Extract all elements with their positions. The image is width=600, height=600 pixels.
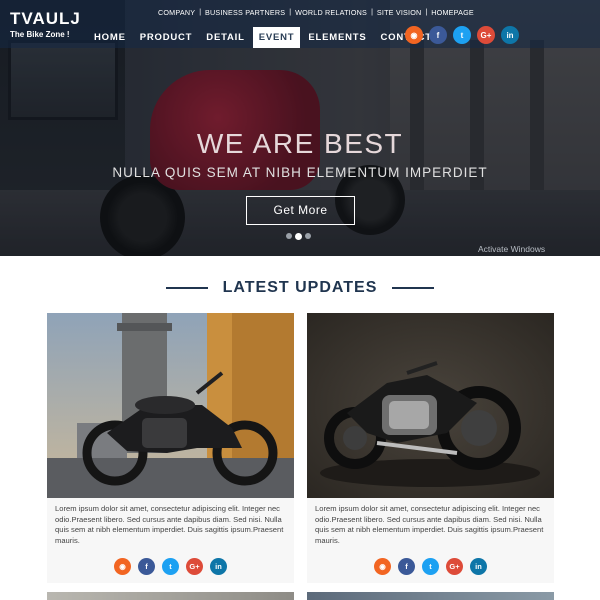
hero-title: WE ARE BEST (196, 128, 404, 159)
twitter-icon[interactable]: t (453, 26, 471, 44)
header-social-links: ◉ f t G+ in (405, 26, 525, 44)
menu-item-elements[interactable]: ELEMENTS (302, 27, 372, 48)
brand-name: TVAULJ (10, 9, 81, 28)
section-title: LATEST UPDATES (222, 279, 378, 296)
rss-icon[interactable]: ◉ (405, 26, 423, 44)
top-links: COMPANY | BUSINESS PARTNERS | WORLD RELA… (158, 8, 474, 17)
slider-dots (286, 232, 314, 240)
update-card: Lorem ipsum dolor sit amet, consectetur … (307, 313, 554, 583)
rss-icon[interactable]: ◉ (114, 558, 131, 575)
top-link-separator: | (289, 9, 292, 16)
linkedin-icon[interactable]: in (210, 558, 227, 575)
menu-item-home[interactable]: HOME (88, 27, 132, 48)
card-description: Lorem ipsum dolor sit amet, consectetur … (55, 504, 284, 545)
top-link-separator: | (425, 9, 428, 16)
heading-rule-left (166, 287, 209, 289)
twitter-icon[interactable]: t (422, 558, 439, 575)
next-card-image[interactable] (47, 592, 294, 600)
google-plus-icon[interactable]: G+ (186, 558, 203, 575)
linkedin-icon[interactable]: in (470, 558, 487, 575)
menu-item-detail[interactable]: DETAIL (200, 27, 250, 48)
header-bar: TVAULJ The Bike Zone ! COMPANY | BUSINES… (0, 0, 600, 48)
top-link-company[interactable]: COMPANY (158, 8, 195, 17)
menu-item-product[interactable]: PRODUCT (134, 27, 199, 48)
facebook-icon[interactable]: f (398, 558, 415, 575)
rss-icon[interactable]: ◉ (374, 558, 391, 575)
slide-dot-3[interactable] (305, 233, 311, 239)
hero-subtitle: NULLA QUIS SEM AT NIBH ELEMENTUM IMPERDI… (112, 165, 488, 180)
main-menu: HOME PRODUCT DETAIL EVENT ELEMENTS CONTA… (88, 27, 440, 48)
motorcycle-image[interactable] (307, 313, 554, 498)
card-description: Lorem ipsum dolor sit amet, consectetur … (315, 504, 544, 545)
activate-windows-watermark: Activate Windows (478, 244, 546, 254)
card-social-links: ◉ f t G+ in (114, 558, 234, 575)
slide-dot-2[interactable] (295, 232, 302, 240)
top-link-world-relations[interactable]: WORLD RELATIONS (295, 8, 367, 17)
linkedin-icon[interactable]: in (501, 26, 519, 44)
heading-rule-right (391, 287, 434, 289)
twitter-icon[interactable]: t (162, 558, 179, 575)
top-link-separator: | (199, 9, 202, 16)
top-link-homepage[interactable]: HOMEPAGE (431, 8, 474, 17)
top-link-business-partners[interactable]: BUSINESS PARTNERS (205, 8, 285, 17)
top-link-separator: | (371, 9, 373, 16)
menu-item-event[interactable]: EVENT (252, 27, 301, 48)
brand-tagline: The Bike Zone ! (10, 30, 70, 39)
slide-dot-1[interactable] (286, 233, 292, 239)
update-card: Lorem ipsum dolor sit amet, consectetur … (47, 313, 294, 583)
google-plus-icon[interactable]: G+ (446, 558, 463, 575)
motorcycle-image[interactable] (47, 313, 294, 498)
top-link-site-vision[interactable]: SITE VISION (377, 8, 422, 17)
brand-logo[interactable]: TVAULJ The Bike Zone ! (10, 10, 81, 40)
get-more-button[interactable]: Get More (246, 196, 355, 225)
next-card-image[interactable] (307, 592, 554, 600)
google-plus-icon[interactable]: G+ (477, 26, 495, 44)
facebook-icon[interactable]: f (429, 26, 447, 44)
facebook-icon[interactable]: f (138, 558, 155, 575)
card-social-links: ◉ f t G+ in (374, 558, 494, 575)
section-heading: LATEST UPDATES (0, 279, 600, 297)
